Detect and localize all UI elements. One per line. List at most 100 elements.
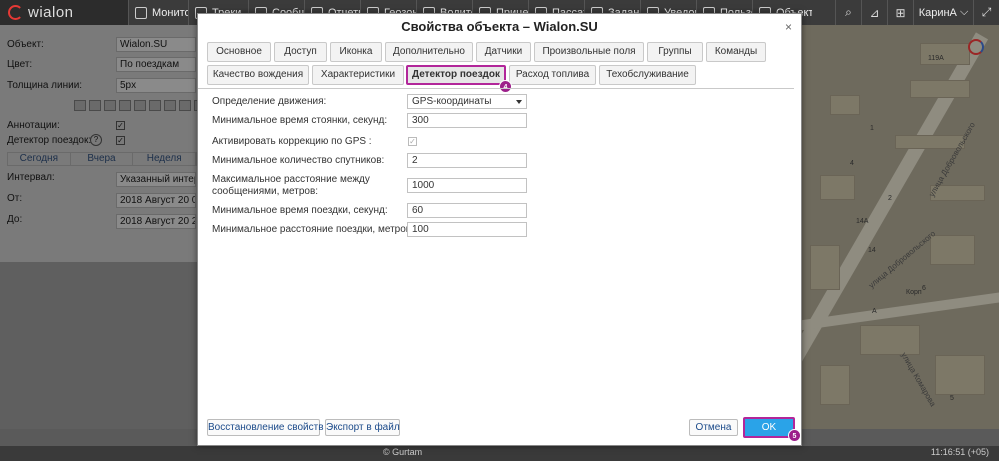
- map-building: [935, 355, 985, 395]
- map-label: 2: [888, 195, 892, 202]
- tab-icon[interactable]: Иконка: [330, 42, 382, 62]
- tab-profile[interactable]: Характеристики: [312, 65, 404, 85]
- map-street-label: улица Добровольского: [866, 229, 938, 290]
- clock: 11:16:51 (+05): [930, 447, 989, 457]
- option-icon[interactable]: [74, 100, 86, 111]
- status-bar: © Gurtam 11:16:51 (+05): [0, 446, 999, 461]
- tracks-list-area: [0, 262, 200, 429]
- interval-label: Интервал:: [7, 172, 55, 183]
- min-trip-time-input[interactable]: [407, 203, 527, 218]
- interval-select[interactable]: Указанный интервал: [116, 172, 196, 187]
- object-select[interactable]: Wialon.SU: [116, 37, 196, 52]
- tab-service-intervals[interactable]: Техобслуживание: [599, 65, 696, 85]
- restore-properties-button[interactable]: Восстановление свойств: [207, 419, 324, 436]
- option-icon[interactable]: [119, 100, 131, 111]
- chevron-down-icon: [516, 100, 522, 104]
- map-view[interactable]: 119A 1 4 2 14A 14 Корп A 5 6 улица Добро…: [800, 25, 999, 429]
- max-distance-label-line2: сообщениями, метров:: [212, 186, 319, 197]
- tab-groups[interactable]: Группы: [647, 42, 703, 62]
- option-icon[interactable]: [149, 100, 161, 111]
- tab-fuel-consumption[interactable]: Расход топлива: [509, 65, 596, 85]
- map-building: [930, 235, 975, 265]
- step-marker: 4: [499, 80, 512, 93]
- tab-sensors[interactable]: Датчики: [476, 42, 531, 62]
- option-icon[interactable]: [164, 100, 176, 111]
- help-icon[interactable]: ?: [90, 134, 102, 146]
- annotations-label: Аннотации:: [7, 120, 60, 131]
- map-label: Корп: [906, 289, 922, 296]
- tab-access[interactable]: Доступ: [274, 42, 327, 62]
- option-icon[interactable]: [179, 100, 191, 111]
- ruler-icon[interactable]: ⊿: [861, 0, 887, 25]
- line-width-select[interactable]: 5px: [116, 78, 196, 93]
- option-icon[interactable]: [89, 100, 101, 111]
- line-width-label: Толщина линии:: [7, 80, 83, 91]
- map-label: 1: [870, 125, 874, 132]
- color-select[interactable]: По поездкам: [116, 57, 196, 72]
- min-trip-time-label: Минимальное время поездки, секунд:: [212, 205, 388, 216]
- map-building: [820, 365, 850, 405]
- preset-yesterday[interactable]: Вчера: [71, 153, 134, 165]
- min-trip-distance-input[interactable]: [407, 222, 527, 237]
- min-stop-time-input[interactable]: [407, 113, 527, 128]
- trip-detector-checkbox[interactable]: ✓: [116, 136, 125, 145]
- tab-commands[interactable]: Команды: [706, 42, 766, 62]
- to-field[interactable]: 2018 Август 20 23:59: [116, 214, 196, 229]
- map-logo-icon: [968, 39, 984, 55]
- export-to-file-button[interactable]: Экспорт в файл: [325, 419, 400, 436]
- color-label: Цвет:: [7, 59, 33, 70]
- close-icon[interactable]: ×: [785, 14, 792, 40]
- map-label: 6: [922, 285, 926, 292]
- tab-eco-driving[interactable]: Качество вождения: [207, 65, 309, 85]
- min-trip-distance-label: Минимальное расстояние поездки, метров:: [212, 224, 414, 235]
- track-options-toolbar: [74, 100, 206, 111]
- tracks-panel: Объект: Wialon.SU Цвет: По поездкам Толщ…: [0, 25, 206, 262]
- min-satellites-input[interactable]: [407, 153, 527, 168]
- map-building: [860, 325, 920, 355]
- tab-custom-fields[interactable]: Произвольные поля: [534, 42, 644, 62]
- wialon-logo[interactable]: wialon: [0, 0, 128, 25]
- fullscreen-icon[interactable]: ⤢: [973, 0, 999, 25]
- map-label: 14A: [856, 218, 869, 225]
- cancel-button[interactable]: Отмена: [689, 419, 738, 436]
- tabs-divider: [198, 88, 794, 89]
- dialog-tabs: Основное Доступ Иконка Дополнительно Дат…: [207, 42, 797, 93]
- tab-trip-detector[interactable]: Детектор поездок: [406, 65, 506, 85]
- preset-week[interactable]: Неделя: [133, 153, 197, 165]
- logo-text: wialon: [28, 4, 74, 21]
- copyright: © Gurtam: [383, 447, 423, 457]
- object-label: Объект:: [7, 39, 44, 50]
- apps-icon[interactable]: ⊞: [887, 0, 913, 25]
- to-label: До:: [7, 214, 23, 225]
- from-field[interactable]: 2018 Август 20 00:00: [116, 193, 196, 208]
- map-label: 4: [850, 160, 854, 167]
- user-menu[interactable]: КаринА ⌵: [913, 0, 973, 25]
- map-building: [830, 95, 860, 115]
- map-building: [810, 245, 840, 290]
- dialog-title-bar: Свойства объекта – Wialon.SU ×: [198, 14, 801, 40]
- max-distance-label-line1: Максимальное расстояние между: [212, 174, 370, 185]
- map-building: [820, 175, 855, 200]
- min-satellites-label: Минимальное количество спутников:: [212, 155, 385, 166]
- gps-correction-checkbox[interactable]: ✓: [408, 137, 417, 146]
- gps-correction-label: Активировать коррекцию по GPS :: [212, 136, 372, 147]
- from-label: От:: [7, 193, 23, 204]
- object-properties-dialog: Свойства объекта – Wialon.SU × Основное …: [197, 13, 802, 446]
- tab-general[interactable]: Основное: [207, 42, 271, 62]
- option-icon[interactable]: [104, 100, 116, 111]
- annotations-checkbox[interactable]: ✓: [116, 121, 125, 130]
- max-distance-input[interactable]: [407, 178, 527, 193]
- option-icon[interactable]: [134, 100, 146, 111]
- search-icon[interactable]: ⌕: [835, 0, 861, 25]
- globe-icon: [135, 6, 147, 19]
- map-label: 119A: [928, 55, 944, 62]
- tab-advanced[interactable]: Дополнительно: [385, 42, 473, 62]
- trip-detector-label: Детектор поездок:: [7, 135, 92, 146]
- nav-monitoring[interactable]: Монито: [128, 0, 188, 25]
- logo-ring-icon: [8, 5, 23, 20]
- preset-today[interactable]: Сегодня: [8, 153, 71, 165]
- map-building: [910, 80, 970, 98]
- movement-detection-select[interactable]: GPS-координаты: [407, 94, 527, 109]
- movement-detection-label: Определение движения:: [212, 96, 327, 107]
- interval-presets: Сегодня Вчера Неделя: [7, 152, 197, 166]
